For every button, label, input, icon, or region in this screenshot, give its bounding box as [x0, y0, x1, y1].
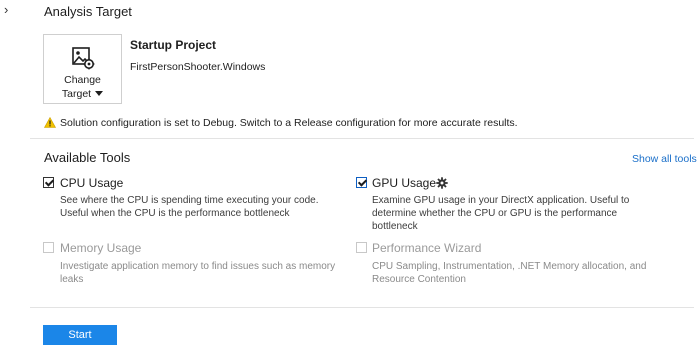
- show-all-tools-link[interactable]: Show all tools: [632, 153, 697, 165]
- cpu-usage-checkbox[interactable]: [43, 177, 54, 188]
- analysis-target-title: Analysis Target: [44, 4, 132, 19]
- gear-icon[interactable]: [436, 177, 448, 189]
- divider: [30, 138, 694, 139]
- cpu-usage-description: See where the CPU is spending time execu…: [60, 195, 319, 219]
- startup-project-title: Startup Project: [130, 38, 217, 52]
- configuration-warning: Solution configuration is set to Debug. …: [60, 117, 518, 129]
- performance-wizard-description: CPU Sampling, Instrumentation, .NET Memo…: [372, 261, 647, 285]
- gpu-usage-checkbox[interactable]: [356, 177, 367, 188]
- target-image-icon: [72, 47, 95, 70]
- change-target-button[interactable]: Change Target: [43, 34, 122, 104]
- start-button[interactable]: Start: [43, 325, 117, 345]
- memory-usage-label: Memory Usage: [60, 241, 142, 255]
- dropdown-caret-icon: [95, 91, 104, 96]
- expand-chevron-icon[interactable]: ›: [4, 2, 8, 17]
- performance-wizard-label: Performance Wizard: [372, 241, 482, 255]
- cpu-usage-label[interactable]: CPU Usage: [60, 176, 123, 190]
- warning-icon: [44, 117, 56, 128]
- gpu-usage-label[interactable]: GPU Usage: [372, 176, 436, 190]
- memory-usage-description: Investigate application memory to find i…: [60, 261, 336, 285]
- change-target-label: Change Target: [44, 73, 121, 101]
- divider: [30, 307, 694, 308]
- performance-wizard-checkbox: [356, 242, 367, 253]
- memory-usage-checkbox: [43, 242, 54, 253]
- startup-project-value: FirstPersonShooter.Windows: [130, 61, 266, 73]
- gpu-usage-description: Examine GPU usage in your DirectX applic…: [372, 195, 630, 232]
- available-tools-title: Available Tools: [44, 150, 131, 165]
